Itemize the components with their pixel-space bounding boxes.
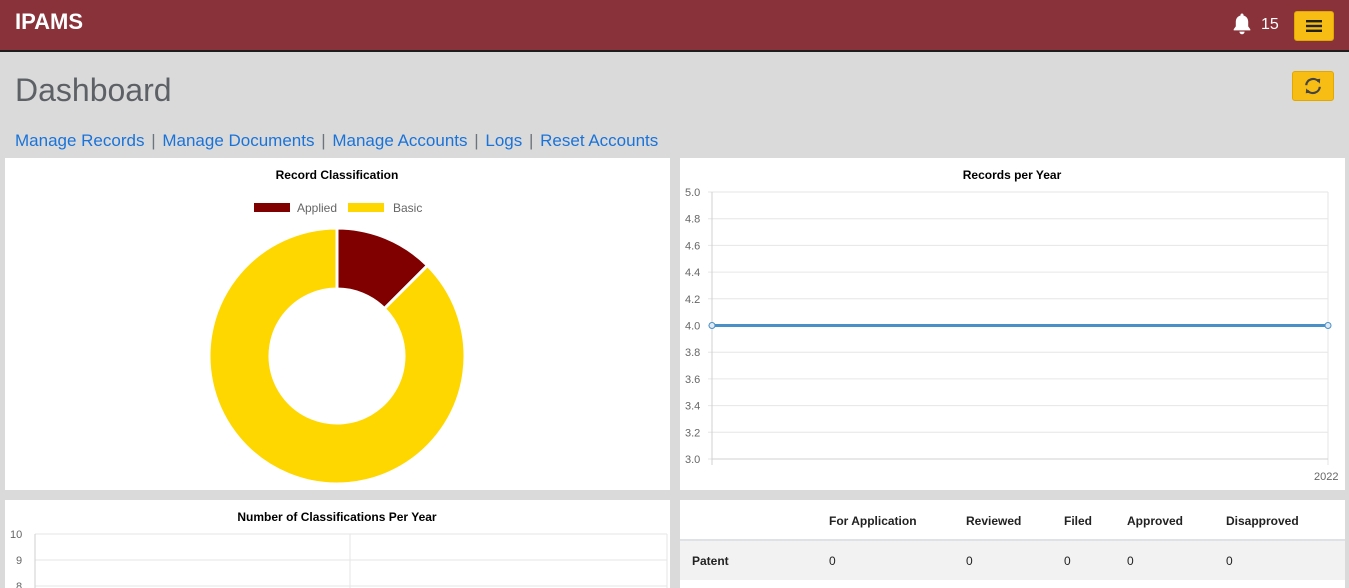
y-tick-label: 3.2	[685, 427, 700, 439]
classifications-per-year-chart: Number of Classifications Per Year 10 9 …	[10, 510, 668, 588]
y-tick-label: 3.8	[685, 347, 700, 359]
link-logs[interactable]: Logs	[485, 131, 522, 150]
hamburger-menu-icon	[1306, 20, 1322, 32]
column-header: Reviewed	[966, 500, 1064, 541]
table-header-row: For Application Reviewed Filed Approved …	[680, 500, 1345, 541]
y-tick-label: 9	[16, 555, 22, 567]
bell-icon[interactable]	[1231, 12, 1253, 36]
y-tick-label: 4.4	[685, 267, 700, 279]
y-tick-label: 4.8	[685, 214, 700, 226]
legend-swatch-applied	[254, 203, 290, 212]
menu-toggle-button[interactable]	[1294, 11, 1334, 41]
column-header: Approved	[1127, 500, 1226, 541]
donut-slice-basic[interactable]	[207, 226, 467, 486]
link-reset-accounts[interactable]: Reset Accounts	[540, 131, 658, 150]
link-separator: |	[469, 131, 484, 150]
link-separator: |	[524, 131, 539, 150]
table-cell: 0	[1226, 540, 1345, 580]
table-cell: 0	[966, 540, 1064, 580]
y-tick-label: 3.6	[685, 374, 700, 386]
legend-label-applied: Applied	[297, 201, 337, 215]
status-table-panel: For Application Reviewed Filed Approved …	[680, 500, 1345, 588]
status-table: For Application Reviewed Filed Approved …	[680, 500, 1345, 580]
refresh-button[interactable]	[1292, 71, 1334, 101]
row-label: Patent	[680, 540, 829, 580]
y-tick-label: 4.6	[685, 240, 700, 252]
column-header: Disapproved	[1226, 500, 1345, 541]
chart-title: Records per Year	[963, 168, 1062, 182]
records-per-year-panel: Records per Year 5.0 4.8 4.6 4.4 4.2 4.0 3.8 3.…	[680, 158, 1345, 490]
data-point[interactable]	[1324, 322, 1332, 329]
link-separator: |	[146, 131, 161, 150]
y-tick-label: 5.0	[685, 187, 700, 199]
refresh-icon	[1305, 77, 1321, 95]
table-cell: 0	[1127, 540, 1226, 580]
column-header	[680, 500, 829, 541]
column-header: For Application	[829, 500, 966, 541]
y-tick-label: 10	[10, 529, 22, 541]
link-separator: |	[316, 131, 331, 150]
link-manage-records[interactable]: Manage Records	[15, 131, 144, 150]
table-row: Patent 0 0 0 0 0	[680, 540, 1345, 580]
management-links: Manage Records | Manage Documents | Mana…	[15, 131, 658, 151]
record-classification-panel: Record Classification Applied Basic	[5, 158, 670, 490]
page-title: Dashboard	[15, 72, 172, 108]
legend-label-basic: Basic	[393, 201, 422, 215]
brand-logo[interactable]: IPAMS	[15, 9, 83, 35]
x-tick-label: 2022	[1314, 471, 1338, 483]
data-point[interactable]	[708, 322, 716, 329]
y-tick-label: 4.0	[685, 321, 700, 333]
chart-title: Number of Classifications Per Year	[237, 510, 437, 524]
y-tick-label: 4.2	[685, 294, 700, 306]
legend-swatch-basic	[348, 203, 384, 212]
classifications-per-year-panel: Number of Classifications Per Year 10 9 …	[5, 500, 670, 588]
records-per-year-chart: Records per Year 5.0 4.8 4.6 4.4 4.2 4.0 3.8 3.…	[685, 168, 1338, 483]
chart-title: Record Classification	[276, 168, 399, 182]
link-manage-accounts[interactable]: Manage Accounts	[332, 131, 467, 150]
y-tick-label: 3.0	[685, 454, 700, 466]
column-header: Filed	[1064, 500, 1127, 541]
link-manage-documents[interactable]: Manage Documents	[162, 131, 314, 150]
y-tick-label: 3.4	[685, 401, 700, 413]
notification-count: 15	[1261, 16, 1279, 33]
record-classification-chart: Record Classification Applied Basic	[207, 168, 467, 486]
top-navbar: IPAMS 15	[0, 0, 1349, 52]
table-cell: 0	[1064, 540, 1127, 580]
y-tick-label: 8	[16, 581, 22, 588]
table-cell: 0	[829, 540, 966, 580]
